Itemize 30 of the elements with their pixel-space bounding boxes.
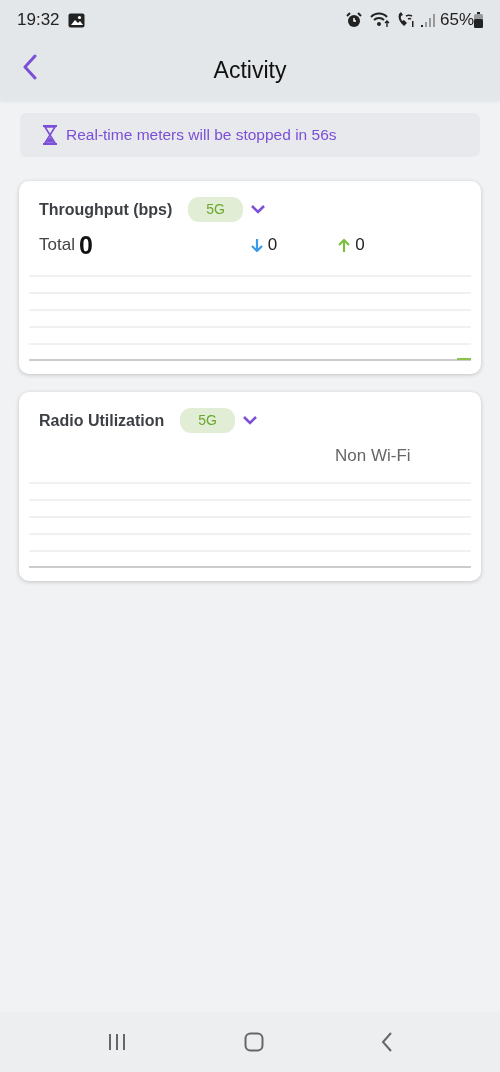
dropdown-button[interactable]	[243, 416, 257, 425]
chevron-down-icon	[251, 205, 265, 214]
band-selector[interactable]: 5G	[180, 408, 235, 433]
home-icon[interactable]	[244, 1032, 264, 1052]
recent-apps-icon[interactable]	[106, 1033, 127, 1051]
hourglass-icon	[42, 125, 58, 145]
card-title: Throughput (bps)	[39, 199, 173, 220]
legend-label: Non Wi-Fi	[335, 445, 411, 468]
battery-icon	[474, 12, 483, 28]
total-value: 0	[78, 232, 93, 258]
status-time: 19:32	[17, 9, 60, 32]
card-title: Radio Utilization	[39, 410, 165, 431]
wifi-icon	[369, 12, 392, 28]
notice-text: Real-time meters will be stopped in 56s	[66, 125, 337, 146]
page-title: Activity	[213, 55, 287, 85]
upload-value: 0	[355, 234, 365, 257]
battery-percent: 65%	[439, 9, 474, 32]
chevron-down-icon	[243, 416, 257, 425]
signal-icon	[419, 12, 436, 28]
arrow-up-icon	[337, 237, 352, 253]
back-button[interactable]	[22, 54, 38, 80]
arrow-down-icon	[249, 238, 264, 252]
back-icon	[22, 54, 38, 80]
image-icon	[67, 12, 85, 28]
dropdown-button[interactable]	[251, 205, 265, 214]
total-label: Total	[39, 234, 75, 257]
alarm-icon	[345, 12, 362, 28]
back-nav-icon[interactable]	[381, 1032, 394, 1052]
download-value: 0	[267, 234, 278, 257]
band-selector[interactable]: 5G	[188, 197, 243, 222]
